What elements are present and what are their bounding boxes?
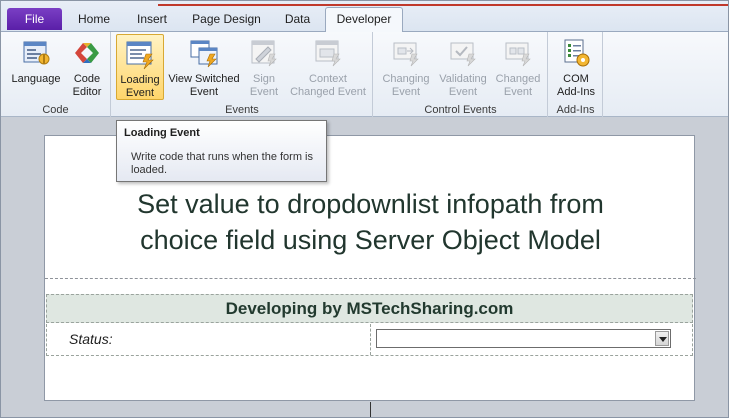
changing-event-icon xyxy=(393,42,419,67)
changing-event-button[interactable]: Changing Event xyxy=(378,34,434,100)
code-editor-label-1: Code xyxy=(73,73,101,85)
page-cursor-line xyxy=(370,402,371,417)
loading-event-button[interactable]: Loading Event xyxy=(116,34,164,100)
view-switched-label-1: View Switched xyxy=(168,73,240,85)
loading-event-tooltip: Loading Event Write code that runs when … xyxy=(116,120,327,182)
status-row: Status: xyxy=(46,324,693,356)
changing-event-label-2: Event xyxy=(391,86,421,98)
tab-developer[interactable]: Developer xyxy=(325,7,403,32)
tab-home[interactable]: Home xyxy=(69,10,119,30)
com-addins-icon xyxy=(564,39,590,67)
view-switched-event-button[interactable]: View Switched Event xyxy=(166,34,242,100)
form-title-line-2: choice field using Server Object Model xyxy=(140,225,601,255)
loading-event-label-2: Event xyxy=(125,87,155,99)
code-editor-button[interactable]: Code Editor xyxy=(67,34,107,100)
group-control-events: Changing Event Validating Event Changed … xyxy=(374,32,548,117)
group-label-events: Events xyxy=(225,104,259,116)
tab-file[interactable]: File xyxy=(7,8,62,30)
changed-event-label-1: Changed xyxy=(495,73,541,85)
changed-event-label-2: Event xyxy=(503,86,533,98)
sign-event-label-2: Event xyxy=(249,86,279,98)
group-add-ins: COM Add-Ins Add-Ins xyxy=(549,32,603,117)
language-icon xyxy=(23,41,50,65)
validating-event-icon xyxy=(450,42,476,67)
language-label: Language xyxy=(11,73,61,85)
com-add-ins-button[interactable]: COM Add-Ins xyxy=(553,34,599,100)
status-dropdown[interactable] xyxy=(376,329,671,348)
code-editor-icon xyxy=(75,43,99,63)
changing-event-label-1: Changing xyxy=(382,73,430,85)
form-title-line-1: Set value to dropdownlist infopath from xyxy=(137,189,604,219)
accent-line xyxy=(158,4,728,6)
tab-page-design[interactable]: Page Design xyxy=(184,10,269,30)
group-label-control-events: Control Events xyxy=(424,104,497,116)
form-canvas: Set value to dropdownlist infopath from … xyxy=(1,118,728,417)
group-label-add-ins: Add-Ins xyxy=(556,104,595,116)
tab-insert[interactable]: Insert xyxy=(125,10,179,30)
code-editor-label-2: Editor xyxy=(72,86,102,98)
banner-heading: Developing by MSTechSharing.com xyxy=(46,294,693,323)
context-changed-label-2: Changed Event xyxy=(290,86,366,98)
ribbon: Language Code Editor Code Loading Event … xyxy=(1,31,728,117)
validating-event-label-1: Validating xyxy=(439,73,487,85)
sign-event-button[interactable]: Sign Event xyxy=(244,34,284,100)
changed-event-icon xyxy=(505,42,531,67)
view-switched-label-2: Event xyxy=(189,86,219,98)
view-switched-icon xyxy=(190,40,218,68)
tab-data[interactable]: Data xyxy=(274,10,321,30)
tooltip-body: Write code that runs when the form is lo… xyxy=(131,151,313,176)
infopath-designer-window: File Home Insert Page Design Data Develo… xyxy=(0,0,729,418)
context-changed-label-1: Context xyxy=(309,73,347,85)
com-add-ins-label-1: COM xyxy=(563,73,589,85)
changed-event-button[interactable]: Changed Event xyxy=(492,34,544,100)
loading-event-icon xyxy=(126,41,154,70)
sign-event-icon xyxy=(251,40,277,67)
section-divider xyxy=(45,278,696,279)
loading-event-label-1: Loading xyxy=(120,74,160,86)
language-button[interactable]: Language xyxy=(7,34,65,100)
group-events: Loading Event View Switched Event Sign E… xyxy=(112,32,373,117)
dropdown-arrow-icon[interactable] xyxy=(655,331,669,346)
context-changed-icon xyxy=(315,40,341,67)
com-add-ins-label-2: Add-Ins xyxy=(557,86,595,98)
tooltip-title: Loading Event xyxy=(124,127,200,139)
cell-separator xyxy=(370,324,371,355)
status-label: Status: xyxy=(69,331,113,347)
group-code: Language Code Editor Code xyxy=(1,32,111,117)
validating-event-button[interactable]: Validating Event xyxy=(436,34,490,100)
form-title: Set value to dropdownlist infopath from … xyxy=(45,186,696,258)
context-changed-event-button[interactable]: Context Changed Event xyxy=(286,34,370,100)
group-label-code: Code xyxy=(42,104,69,116)
sign-event-label-1: Sign xyxy=(252,73,276,85)
validating-event-label-2: Event xyxy=(448,86,478,98)
ribbon-tab-bar: File Home Insert Page Design Data Develo… xyxy=(1,1,728,32)
